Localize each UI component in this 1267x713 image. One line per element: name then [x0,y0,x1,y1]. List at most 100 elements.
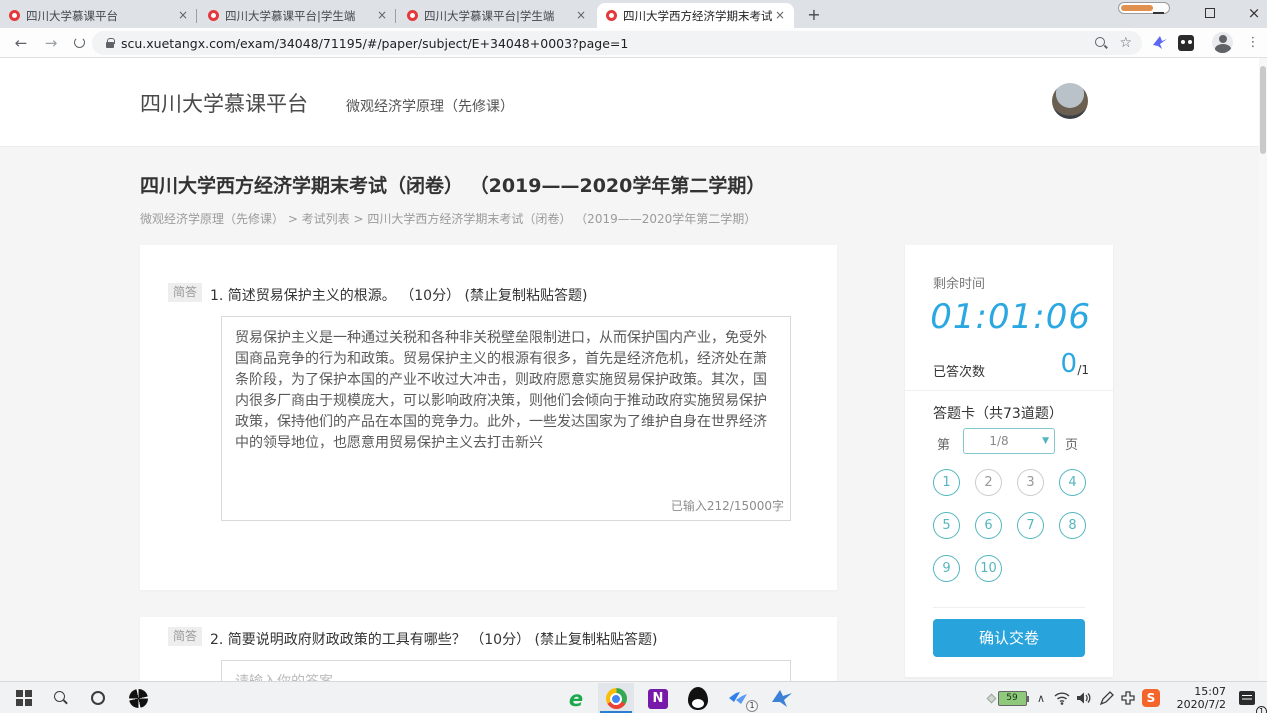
chevron-down-icon: ▼ [1042,436,1049,446]
browser-toolbar: ← → scu.xuetangx.com/exam/34048/71195/#/… [0,28,1267,58]
pinwheel-app-icon[interactable] [122,682,154,713]
page-select-dropdown[interactable]: 1/8 ▼ [963,428,1055,454]
tab-4-active[interactable]: 四川大学西方经济学期末考试（ × [597,3,794,28]
taskbar-clock[interactable]: 15:07 2020/7/2 [1166,682,1228,713]
tab-title: 四川大学慕课平台|学生端 [424,8,573,24]
scrollbar-thumb[interactable] [1260,66,1266,154]
user-avatar[interactable] [1052,83,1088,119]
notification-count-badge: 1 [1256,706,1267,713]
question-2-answer-box [221,660,791,681]
chrome-logo-icon [606,688,627,709]
tab-close-icon[interactable]: × [573,8,589,24]
question-1-text: 1. 简述贸易保护主义的根源。 （10分） (禁止复制粘贴答题) [210,285,587,305]
browser-profile-avatar[interactable] [1212,32,1233,53]
extension-icon-tampermonkey[interactable] [1178,35,1194,51]
answered-count-value: 0 [1060,349,1077,379]
question-2-card: 简答 2. 简要说明政府财政政策的工具有哪些？ （10分） (禁止复制粘贴答题) [140,617,837,681]
wifi-icon[interactable] [1050,682,1074,713]
blue-bird-icon [771,689,793,709]
volume-icon[interactable] [1072,682,1096,713]
countdown-timer: 01:01:06 [905,297,1091,337]
site-favicon-icon [208,10,219,21]
breadcrumb[interactable]: 微观经济学原理（先修课） > 考试列表 > 四川大学西方经济学期末考试（闭卷） … [140,210,756,227]
platform-title[interactable]: 四川大学慕课平台 [140,88,308,118]
divider [905,390,1113,391]
question-number-7[interactable]: 7 [1017,512,1044,539]
page-scrollbar[interactable] [1259,58,1267,681]
tab-separator [395,9,396,23]
cross-tray-icon[interactable] [1116,682,1140,713]
forward-button[interactable]: → [40,32,62,54]
battery-indicator[interactable]: 59 [985,682,1029,713]
question-1-answer-box: 贸易保护主义是一种通过关税和各种非关税壁垒限制进口，从而保护国内产业，免受外国商… [221,316,791,521]
extension-icon-blue[interactable] [1152,35,1168,51]
question-number-6[interactable]: 6 [975,512,1002,539]
window-close-button[interactable]: × [1234,0,1267,26]
bookmark-star-icon[interactable]: ☆ [1119,35,1132,51]
notification-bubble-icon [1239,691,1255,705]
tab-close-icon[interactable]: × [175,8,191,24]
exam-title: 四川大学西方经济学期末考试（闭卷） （2019——2020学年第二学期） [140,171,765,198]
course-name[interactable]: 微观经济学原理（先修课） [346,96,514,116]
sogou-input-icon[interactable]: S [1138,682,1164,713]
site-favicon-icon [407,10,418,21]
taskbar-search-icon[interactable] [44,682,76,713]
answer-sheet-panel: 剩余时间 01:01:06 已答次数 0 /1 答题卡（共73道题） 第 1/8… [905,245,1113,677]
page-content: 四川大学慕课平台 微观经济学原理（先修课） 四川大学西方经济学期末考试（闭卷） … [0,58,1267,681]
clock-date: 2020/7/2 [1177,698,1226,711]
cortana-icon[interactable] [82,682,114,713]
chrome-taskbar-icon-active[interactable] [598,683,634,713]
tab-strip: 四川大学慕课平台 × 四川大学慕课平台|学生端 × 四川大学慕课平台|学生端 ×… [0,0,1267,28]
question-number-1[interactable]: 1 [933,469,960,496]
tab-close-icon[interactable]: × [772,8,788,24]
lock-icon [106,42,114,48]
window-maximize-button[interactable] [1190,0,1230,26]
question-number-2[interactable]: 2 [975,469,1002,496]
tray-chevron-up-icon[interactable]: ∧ [1030,682,1052,713]
site-header: 四川大学慕课平台 微观经济学原理（先修课） [0,58,1267,147]
question-number-grid: 1 2 3 4 5 6 7 8 9 10 [933,469,1086,582]
tab-close-icon[interactable]: × [374,8,390,24]
question-2-answer-input[interactable] [222,661,790,681]
question-number-9[interactable]: 9 [933,555,960,582]
address-bar[interactable]: scu.xuetangx.com/exam/34048/71195/#/pape… [92,31,1142,55]
qq-taskbar-icon[interactable] [680,683,716,713]
notification-center-icon[interactable]: 1 [1232,682,1262,713]
windows-taskbar: e N 1 59 ∧ S 15:07 2020/7/2 [0,681,1267,713]
new-tab-button[interactable]: + [802,4,826,28]
ie-taskbar-icon[interactable]: e [558,683,594,713]
qq-penguin-icon [688,687,708,710]
question-number-10[interactable]: 10 [975,555,1002,582]
tab-3[interactable]: 四川大学慕课平台|学生端 × [398,3,595,28]
tab-2[interactable]: 四川大学慕课平台|学生端 × [199,3,396,28]
unread-badge: 1 [746,700,758,712]
question-number-8[interactable]: 8 [1059,512,1086,539]
browser-menu-icon[interactable]: ⋮ [1244,32,1262,54]
question-type-badge: 简答 [168,283,202,302]
remaining-time-label: 剩余时间 [933,273,985,292]
reload-button[interactable] [68,32,90,54]
window-minimize-button[interactable] [1138,0,1178,26]
page-prefix-label: 第 [937,434,950,453]
tab-separator [196,9,197,23]
onenote-taskbar-icon[interactable]: N [640,683,676,713]
bird-app-taskbar-icon[interactable] [764,683,800,713]
char-count: 已输入212/15000字 [667,497,784,514]
question-number-3[interactable]: 3 [1017,469,1044,496]
question-1-answer-input[interactable]: 贸易保护主义是一种通过关税和各种非关税壁垒限制进口，从而保护国内产业，免受外国商… [222,317,790,489]
question-number-4[interactable]: 4 [1059,469,1086,496]
back-button[interactable]: ← [10,32,32,54]
question-2-text: 2. 简要说明政府财政政策的工具有哪些？ （10分） (禁止复制粘贴答题) [210,629,657,649]
question-number-5[interactable]: 5 [933,512,960,539]
submit-exam-button[interactable]: 确认交卷 [933,619,1085,657]
answered-count-label: 已答次数 [933,361,985,380]
answered-row: 已答次数 0 /1 [933,349,1089,383]
url-text[interactable]: scu.xuetangx.com/exam/34048/71195/#/pape… [121,36,1093,51]
tab-1[interactable]: 四川大学慕课平台 × [0,3,197,28]
pen-tray-icon[interactable] [1094,682,1118,713]
page-zoom-icon[interactable] [1093,35,1109,51]
messenger-taskbar-icon[interactable]: 1 [720,683,756,713]
start-button[interactable] [8,682,40,713]
site-favicon-icon [606,10,617,21]
question-type-badge: 简答 [168,627,202,646]
